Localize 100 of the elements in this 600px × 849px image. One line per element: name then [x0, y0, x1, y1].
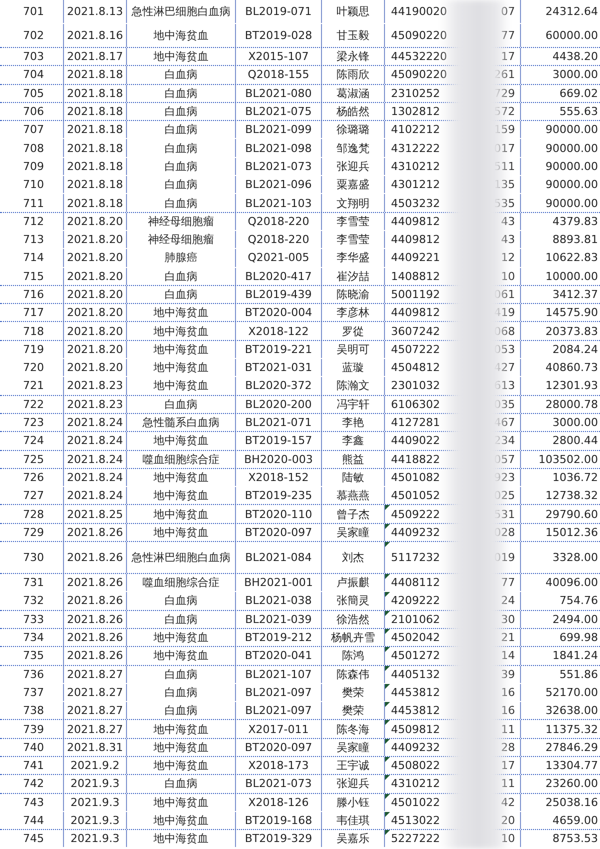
- id-number-end: 14: [501, 649, 515, 662]
- id-number-start: 2301032: [391, 379, 440, 392]
- id-number-end: 923: [494, 470, 515, 484]
- date-text: 2021.8.26: [67, 551, 123, 564]
- disease-text: 地中海贫血: [154, 831, 208, 846]
- patient-name: 文翔明: [336, 196, 370, 211]
- amount-text: 90000.00: [546, 142, 598, 155]
- row-number: 734: [22, 631, 44, 644]
- case-code-text: BL2021-075: [245, 105, 312, 118]
- case-code-text: BT2020-041: [244, 649, 312, 662]
- amount-text: 13304.77: [546, 759, 598, 772]
- case-code-text: BL2021-107: [245, 668, 312, 681]
- row-number: 723: [22, 416, 44, 430]
- row-number: 717: [22, 306, 44, 320]
- case-code-text: BL2021-099: [245, 123, 312, 136]
- id-number-start: 4409221: [391, 251, 440, 264]
- case-code-text: BL2021-071: [245, 416, 312, 430]
- disease-text: 地中海贫血: [154, 342, 208, 357]
- disease-text: 地中海贫血: [154, 360, 208, 376]
- row-number: 702: [22, 29, 44, 42]
- row-number: 736: [22, 668, 44, 681]
- date-text: 2021.8.24: [67, 452, 123, 466]
- id-number-start: 4405132: [391, 668, 440, 681]
- row-number: 703: [22, 50, 44, 64]
- case-code-text: BL2020-200: [245, 398, 312, 411]
- case-code-text: BT2020-004: [244, 306, 312, 320]
- id-number-end: 20: [501, 814, 515, 828]
- id-number-start: 4501272: [391, 649, 440, 662]
- disease-text: 白血病: [164, 196, 198, 211]
- id-number-end: 30: [501, 612, 515, 626]
- case-code-text: BT2020-097: [244, 526, 312, 539]
- amount-text: 12301.93: [546, 379, 598, 392]
- disease-text: 地中海贫血: [154, 28, 208, 43]
- date-text: 2021.8.20: [67, 251, 123, 264]
- disease-text: 白血病: [164, 268, 198, 284]
- id-number-end: 16: [501, 686, 515, 699]
- id-number-end: 234: [494, 434, 515, 448]
- date-text: 2021.8.16: [67, 29, 123, 42]
- patient-name: 粟嘉盛: [336, 177, 370, 192]
- id-number-start: 4409812: [391, 233, 440, 246]
- disease-text: 白血病: [164, 396, 198, 412]
- id-number-start: 4209222: [391, 594, 440, 608]
- row-number: 739: [22, 722, 44, 736]
- date-text: 2021.8.17: [67, 50, 123, 64]
- patient-name: 滕小钰: [336, 794, 370, 810]
- disease-text: 地中海贫血: [154, 630, 208, 646]
- case-code-text: X2018-152: [248, 470, 309, 484]
- amount-text: 90000.00: [546, 123, 598, 136]
- row-number: 735: [22, 649, 44, 662]
- amount-text: 2084.24: [552, 342, 598, 356]
- disease-text: 地中海贫血: [154, 433, 208, 448]
- case-code-text: BL2019-439: [245, 288, 312, 301]
- row-number: 716: [22, 288, 44, 301]
- date-text: 2021.8.26: [67, 526, 123, 539]
- date-text: 2021.8.20: [67, 361, 123, 374]
- disease-text: 白血病: [164, 593, 198, 608]
- case-code-text: BL2021-073: [245, 160, 312, 173]
- id-number-end: 43: [501, 233, 515, 246]
- patient-name: 李鑫: [342, 433, 364, 448]
- row-number: 721: [22, 379, 44, 392]
- amount-text: 52170.00: [546, 686, 598, 699]
- id-number-start: 4508022: [391, 759, 440, 772]
- id-number-start: 4310212: [391, 160, 440, 173]
- id-number-start: 4513022: [391, 814, 440, 828]
- amount-text: 12738.32: [546, 489, 598, 502]
- amount-text: 28000.78: [546, 398, 598, 411]
- amount-text: 14575.90: [546, 306, 598, 320]
- date-text: 2021.8.20: [67, 233, 123, 246]
- id-number-end: 019: [494, 551, 515, 564]
- disease-text: 白血病: [164, 104, 198, 120]
- patient-name: 李雪莹: [336, 214, 370, 229]
- date-text: 2021.8.18: [67, 86, 123, 100]
- patient-name: 徐浩然: [336, 612, 370, 627]
- disease-text: 白血病: [164, 86, 198, 101]
- amount-text: 3000.00: [552, 68, 598, 82]
- date-text: 2021.8.18: [67, 142, 123, 155]
- amount-text: 23260.00: [546, 777, 598, 790]
- patient-name: 曾子杰: [336, 506, 370, 522]
- row-number: 731: [22, 576, 44, 590]
- row-number: 713: [22, 233, 44, 246]
- patient-name: 李彦林: [336, 305, 370, 320]
- amount-text: 15012.36: [546, 526, 598, 539]
- case-code-text: BL2021-038: [245, 594, 312, 608]
- disease-text: 地中海贫血: [154, 49, 208, 64]
- date-text: 2021.9.3: [70, 796, 120, 809]
- id-number-start: 4102212: [391, 123, 440, 136]
- disease-text: 急性淋巴细胞白血病: [132, 550, 230, 566]
- amount-text: 60000.00: [546, 29, 598, 42]
- patient-name: 蓝璇: [342, 360, 364, 376]
- date-text: 2021.8.24: [67, 470, 123, 484]
- id-number-end: 035: [494, 398, 515, 411]
- patient-name: 罗從: [342, 324, 364, 339]
- date-text: 2021.8.25: [67, 508, 123, 521]
- id-number-end: 613: [494, 379, 515, 392]
- amount-text: 1841.24: [552, 649, 598, 662]
- id-number-start: 4453812: [391, 704, 440, 718]
- disease-text: 地中海贫血: [154, 305, 208, 320]
- id-number-end: 061: [494, 288, 515, 301]
- patient-name: 崔汐喆: [336, 268, 370, 284]
- id-number-start: 5117232: [391, 551, 440, 564]
